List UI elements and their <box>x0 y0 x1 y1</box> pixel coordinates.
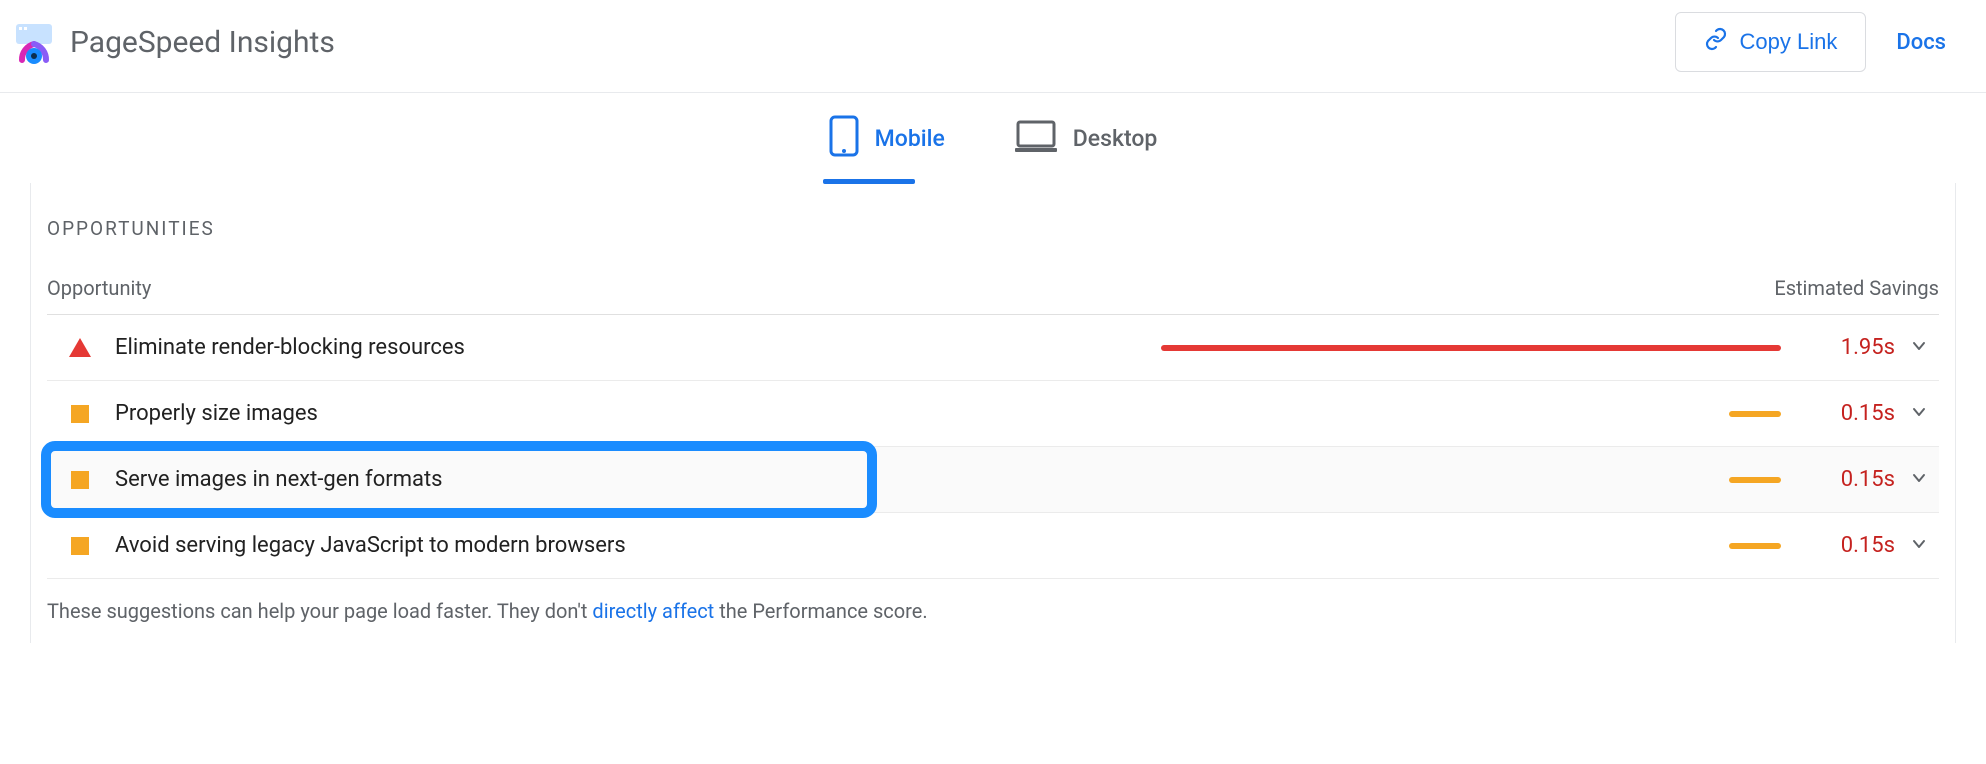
mobile-device-icon <box>829 115 859 161</box>
opportunity-row[interactable]: Eliminate render-blocking resources 1.95s <box>47 315 1939 381</box>
chevron-down-icon <box>1909 468 1933 492</box>
copy-link-button[interactable]: Copy Link <box>1675 12 1867 72</box>
savings-bar-area <box>626 543 1805 549</box>
pagespeed-logo-icon <box>12 20 56 64</box>
fail-triangle-icon <box>69 337 91 359</box>
opportunities-panel: OPPORTUNITIES Opportunity Estimated Savi… <box>30 183 1956 643</box>
savings-bar-area <box>443 477 1805 483</box>
chevron-down-icon <box>1909 402 1933 426</box>
chevron-down-icon <box>1909 336 1933 360</box>
tab-mobile-label: Mobile <box>875 125 945 152</box>
footnote-text-pre: These suggestions can help your page loa… <box>47 599 592 623</box>
docs-link[interactable]: Docs <box>1896 30 1946 55</box>
link-icon <box>1704 27 1728 57</box>
footnote-text-post: the Performance score. <box>714 599 927 623</box>
opportunities-table-header: Opportunity Estimated Savings <box>47 270 1939 315</box>
opportunity-row[interactable]: Serve images in next-gen formats 0.15s <box>47 447 1939 513</box>
tab-desktop[interactable]: Desktop <box>1015 115 1158 183</box>
opportunity-label: Serve images in next-gen formats <box>115 467 443 492</box>
tab-mobile[interactable]: Mobile <box>829 115 945 183</box>
savings-bar <box>1161 345 1781 351</box>
opportunity-label: Properly size images <box>115 401 318 426</box>
desktop-device-icon <box>1015 119 1057 157</box>
savings-bar <box>1729 543 1781 549</box>
savings-value: 1.95s <box>1805 335 1895 360</box>
device-tabs: Mobile Desktop <box>0 93 1986 183</box>
opportunity-row[interactable]: Properly size images 0.15s <box>47 381 1939 447</box>
savings-value: 0.15s <box>1805 467 1895 492</box>
average-square-icon <box>69 403 91 425</box>
opportunities-footnote: These suggestions can help your page loa… <box>47 579 1939 623</box>
average-square-icon <box>69 535 91 557</box>
savings-bar-area <box>465 345 1805 351</box>
savings-bar-area <box>318 411 1805 417</box>
col-savings: Estimated Savings <box>1774 276 1939 300</box>
opportunity-label: Avoid serving legacy JavaScript to moder… <box>115 533 626 558</box>
col-opportunity: Opportunity <box>47 276 151 300</box>
savings-bar <box>1729 411 1781 417</box>
tab-desktop-label: Desktop <box>1073 125 1158 152</box>
savings-bar <box>1729 477 1781 483</box>
header-right: Copy Link Docs <box>1675 12 1963 72</box>
footnote-link[interactable]: directly affect <box>592 599 714 623</box>
opportunity-row[interactable]: Avoid serving legacy JavaScript to moder… <box>47 513 1939 579</box>
savings-value: 0.15s <box>1805 401 1895 426</box>
opportunity-label: Eliminate render-blocking resources <box>115 335 465 360</box>
copy-link-label: Copy Link <box>1740 29 1838 55</box>
average-square-icon <box>69 469 91 491</box>
app-title: PageSpeed Insights <box>70 25 335 60</box>
chevron-down-icon <box>1909 534 1933 558</box>
savings-value: 0.15s <box>1805 533 1895 558</box>
header-left: PageSpeed Insights <box>12 20 335 64</box>
app-header: PageSpeed Insights Copy Link Docs <box>0 0 1986 93</box>
opportunities-heading: OPPORTUNITIES <box>47 217 1939 240</box>
